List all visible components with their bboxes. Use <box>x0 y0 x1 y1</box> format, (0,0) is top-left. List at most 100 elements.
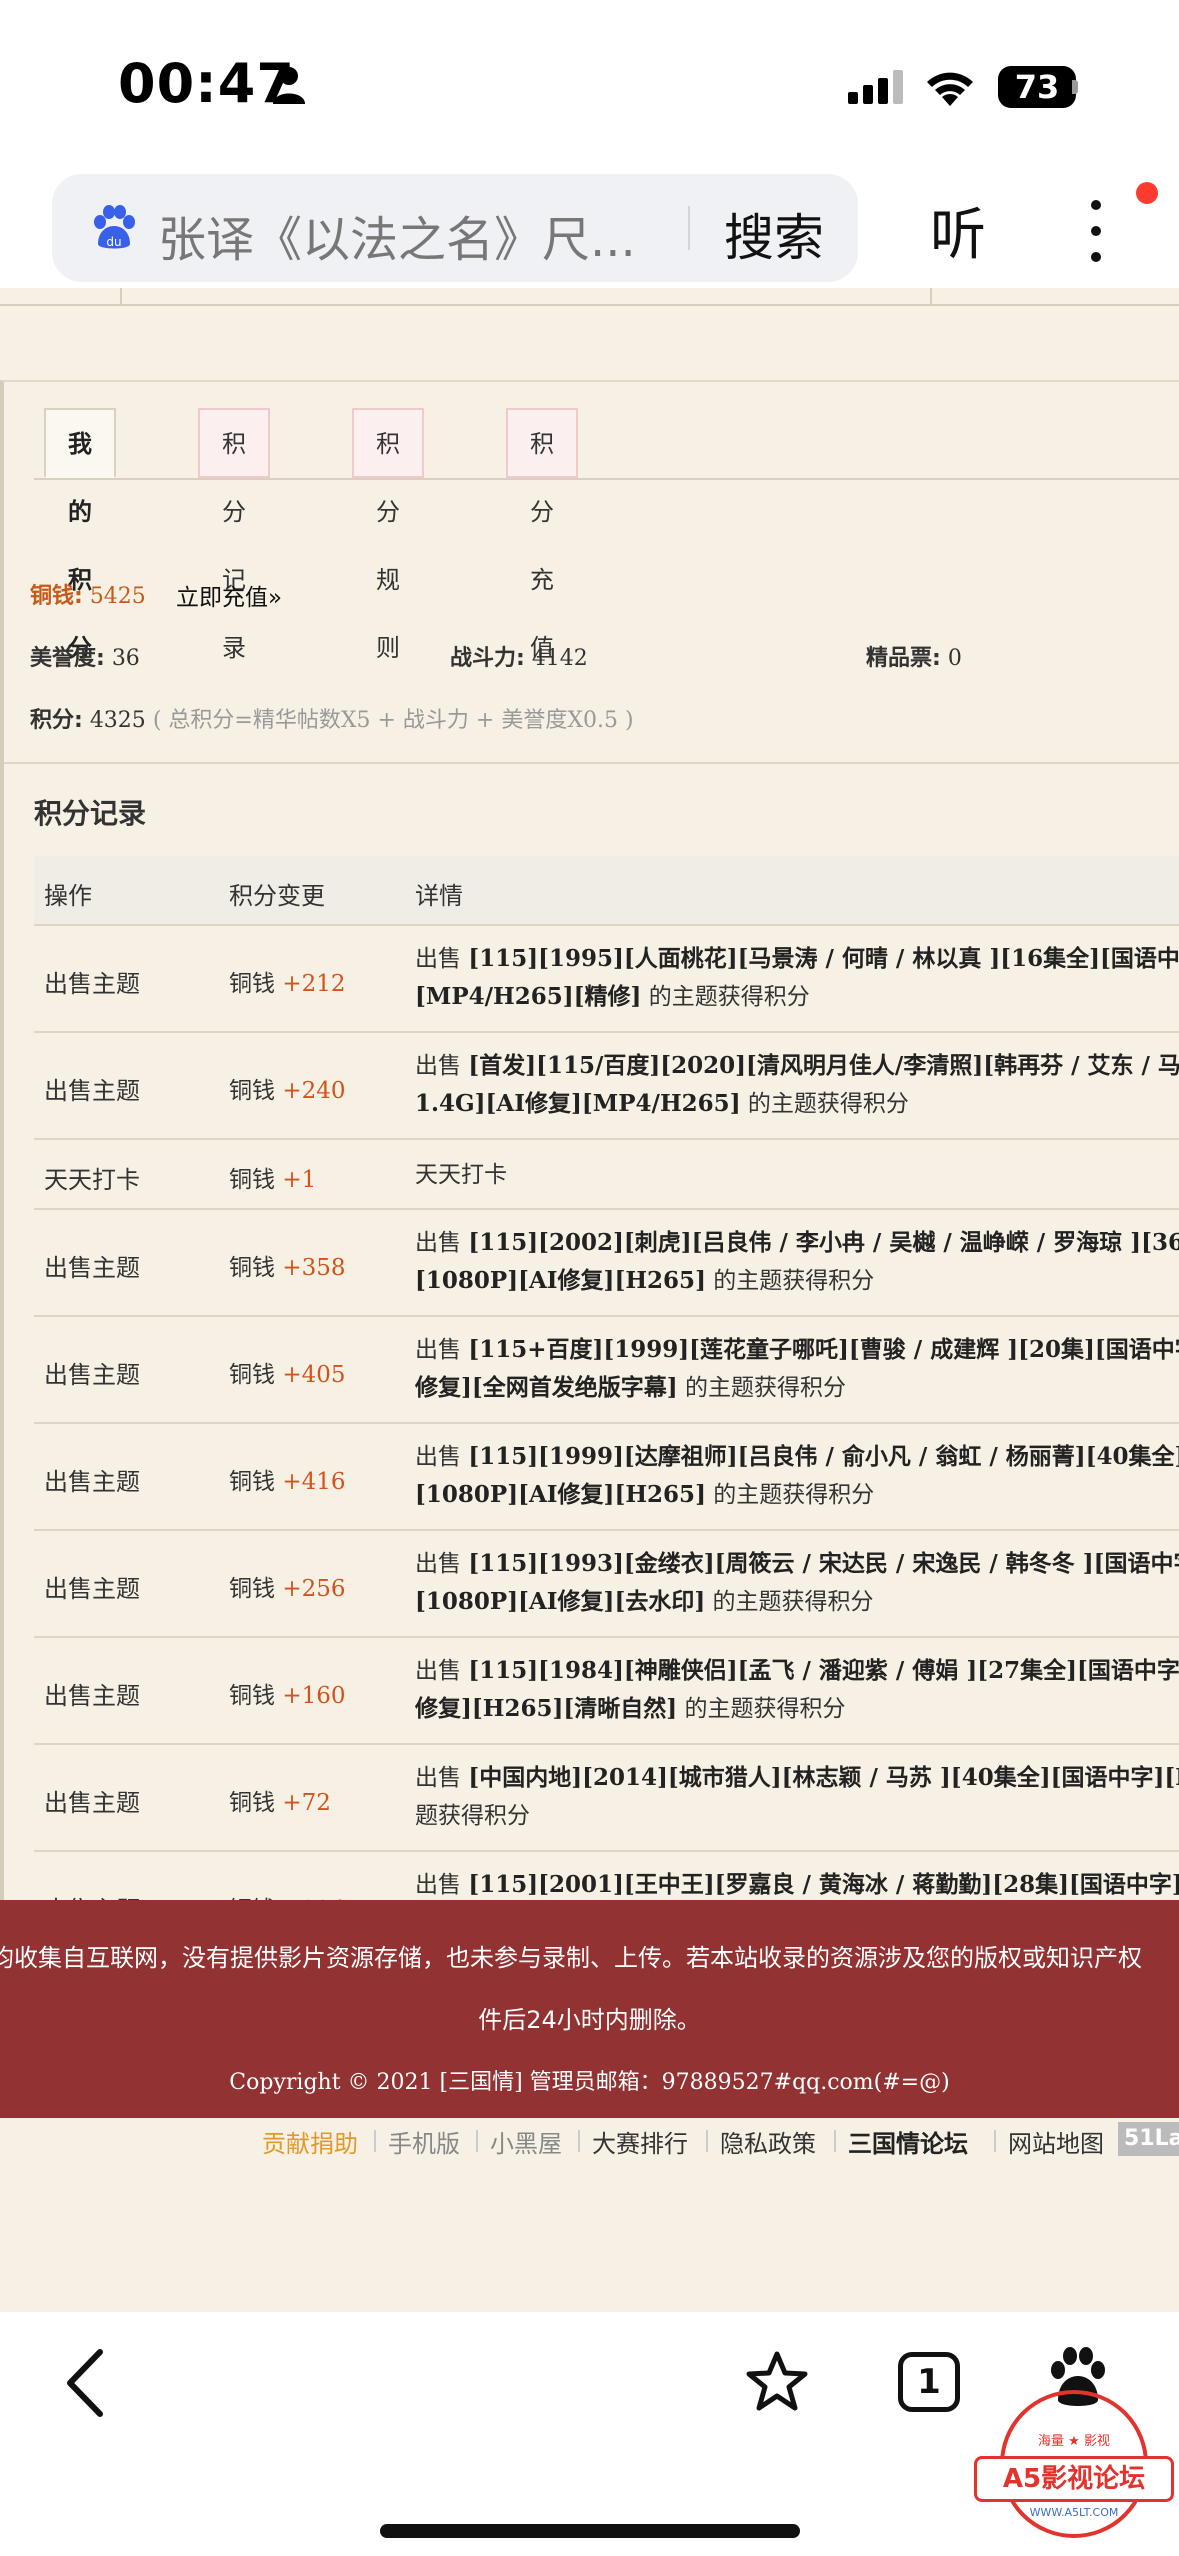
battery-cap <box>1072 80 1078 94</box>
footer-link-separator <box>706 2130 708 2152</box>
footer-link-mobile[interactable]: 手机版 <box>388 2124 460 2159</box>
tab-my-credits[interactable]: 我的积分 <box>44 408 116 662</box>
record-operation: 天天打卡 <box>44 1166 140 1194</box>
table-row: 出售主题 铜钱 +256 出售 [115][1993][金缕衣][周筱云 / 宋达民… <box>34 1531 1179 1638</box>
footer-link-forum[interactable]: 三国情论坛 <box>848 2124 968 2159</box>
search-query-text: 张译《以法之名》尺... <box>158 212 636 268</box>
recharge-now-link[interactable]: 立即充值» <box>176 578 282 612</box>
record-change-amount: +1 <box>282 1167 317 1193</box>
reputation-info: 美誉度: 36 <box>30 640 140 672</box>
record-detail-prefix: 出售 <box>415 1658 469 1684</box>
tab-credit-records[interactable]: 积分记录 <box>198 408 270 662</box>
record-title-link-cont[interactable]: [1080P][AI修复][H265] <box>415 1481 706 1508</box>
record-detail: 出售 [115][1993][金缕衣][周筱云 / 宋达民 / 宋逸民 / 韩冬… <box>415 1545 1179 1621</box>
footer-link-donate[interactable]: 贡献捐助 <box>262 2124 358 2159</box>
footer-link-blacklist[interactable]: 小黑屋 <box>490 2124 562 2159</box>
record-change: 铜钱 +405 <box>229 1355 345 1389</box>
home-indicator <box>380 2524 800 2538</box>
person-icon <box>273 67 305 104</box>
record-change-amount: +160 <box>282 1683 346 1709</box>
record-detail-prefix: 出售 <box>415 946 469 972</box>
record-detail: 出售 [115][1995][人面桃花][马景涛 / 何晴 / 林以真 ][16… <box>415 940 1179 1016</box>
record-currency: 铜钱 <box>229 1790 275 1816</box>
record-detail-prefix: 出售 <box>415 1765 469 1791</box>
record-detail: 出售 [115+百度][1999][莲花童子哪吒][曹骏 / 成建辉 ][20集… <box>415 1331 1179 1407</box>
header-detail: 详情 <box>415 882 463 910</box>
reputation-value: 36 <box>111 646 140 671</box>
footer-links: 贡献捐助 手机版 小黑屋 大赛排行 隐私政策 三国情论坛 网站地图 51La <box>0 2122 1179 2162</box>
record-title-link-cont[interactable]: 修复][全网首发绝版字幕] <box>415 1374 678 1401</box>
record-change-amount: +72 <box>282 1790 331 1816</box>
footer-link-separator <box>994 2130 996 2152</box>
footer-copyright: Copyright © 2021 [三国情] 管理员邮箱：97889527#qq… <box>229 2070 950 2095</box>
record-detail-suffix: 的主题获得积分 <box>705 1268 875 1294</box>
power-info: 战斗力: 4142 <box>450 640 588 672</box>
record-title-link[interactable]: [中国内地][2014][城市猎人][林志颖 / 马苏 ][40集全][国语中字… <box>468 1764 1179 1791</box>
record-change: 铜钱 +240 <box>229 1071 345 1105</box>
watermark-url: WWW.A5LT.COM <box>1029 2506 1119 2519</box>
more-menu-icon[interactable] <box>1084 200 1108 270</box>
record-change: 铜钱 +160 <box>229 1676 345 1710</box>
baidu-logo-icon: du <box>94 205 135 249</box>
footer-link-sitemap[interactable]: 网站地图 <box>1008 2124 1104 2159</box>
record-change: 铜钱 +72 <box>229 1783 331 1817</box>
record-currency: 铜钱 <box>229 1576 275 1602</box>
browser-search-row: du 张译《以法之名》尺... 搜索 <box>0 170 1179 288</box>
notification-dot <box>1136 182 1158 204</box>
tab-count-button[interactable]: 1 <box>898 2352 960 2412</box>
nav-separator <box>930 288 932 306</box>
record-change-amount: +212 <box>282 971 346 997</box>
power-value: 4142 <box>531 646 588 671</box>
tab-credit-rules[interactable]: 积分规则 <box>352 408 424 662</box>
listen-button[interactable]: 听 <box>930 190 986 271</box>
table-row: 出售主题 铜钱 +240 出售 [首发][115/百度][2020][清风明月佳人/… <box>34 1033 1179 1140</box>
search-box[interactable]: du 张译《以法之名》尺... 搜索 <box>52 174 858 282</box>
record-detail-prefix: 出售 <box>415 1230 469 1256</box>
reputation-label: 美誉度: <box>30 646 105 671</box>
ticket-label: 精品票: <box>866 646 941 671</box>
footer-disclaimer: 均收集自互联网，没有提供影片资源存储，也未参与录制、上传。若本站收录的资源涉及您… <box>0 1944 1142 1972</box>
record-title-link[interactable]: [115][1999][达摩祖师][吕良伟 / 俞小凡 / 翁虹 / 杨丽菁][… <box>468 1443 1179 1470</box>
power-label: 战斗力: <box>450 646 525 671</box>
back-arrow-icon[interactable] <box>62 2348 108 2418</box>
record-title-link[interactable]: [115][1995][人面桃花][马景涛 / 何晴 / 林以真 ][16集全]… <box>468 945 1179 972</box>
table-row: 天天打卡 铜钱 +1 天天打卡 <box>34 1140 1179 1210</box>
record-change-amount: +240 <box>282 1078 346 1104</box>
record-title-link[interactable]: [首发][115/百度][2020][清风明月佳人/李清照][韩再芬 / 艾东 … <box>468 1052 1179 1079</box>
points-formula: ( 总积分=精华帖数X5 + 战斗力 + 美誉度X0.5 ) <box>152 708 634 733</box>
points-label: 积分: <box>30 708 83 733</box>
watermark-top-text: 海量 ★ 影视 <box>1038 2434 1110 2449</box>
table-row: 出售主题 铜钱 +416 出售 [115][1999][达摩祖师][吕良伟 / 俞小… <box>34 1424 1179 1531</box>
money-label: 铜钱: <box>30 584 83 609</box>
money-info: 铜钱: 5425 <box>30 578 146 610</box>
record-change-amount: +358 <box>282 1255 346 1281</box>
record-detail: 出售 [115][2002][刺虎][吕良伟 / 李小冉 / 吴樾 / 温峥嵘 … <box>415 1224 1179 1300</box>
record-title-link-cont[interactable]: 1.4G][AI修复][MP4/H265] <box>415 1090 741 1117</box>
record-title-link[interactable]: [115][1984][神雕侠侣][孟飞 / 潘迎紫 / 傅娟 ][27集全][… <box>468 1657 1179 1684</box>
footer-link-separator <box>476 2130 478 2152</box>
record-title-link-cont[interactable]: 修复][H265][清晰自然] <box>415 1695 677 1722</box>
record-title-link[interactable]: [115][2001][王中王][罗嘉良 / 黄海冰 / 蒋勤勤][28集][国… <box>468 1871 1179 1898</box>
section-divider <box>4 762 1179 764</box>
record-title-link[interactable]: [115][2002][刺虎][吕良伟 / 李小冉 / 吴樾 / 温峥嵘 / 罗… <box>468 1229 1179 1256</box>
record-title-link[interactable]: [115+百度][1999][莲花童子哪吒][曹骏 / 成建辉 ][20集][国… <box>468 1336 1179 1363</box>
record-title-link-cont[interactable]: [MP4/H265][精修] <box>415 983 641 1010</box>
favorite-star-icon[interactable] <box>744 2350 810 2414</box>
stats-badge[interactable]: 51La <box>1118 2122 1179 2156</box>
records-table: 操作 积分变更 详情 出售主题 铜钱 +212 出售 [115][1995][人面桃… <box>34 856 1179 1959</box>
record-detail-prefix: 出售 <box>415 1872 469 1898</box>
tab-credit-recharge[interactable]: 积分充值 <box>506 408 578 662</box>
record-change: 铜钱 +212 <box>229 964 345 998</box>
footer-link-privacy[interactable]: 隐私政策 <box>720 2124 816 2159</box>
record-title-link-cont[interactable]: [1080P][AI修复][去水印] <box>415 1588 705 1615</box>
record-detail: 出售 [首发][115/百度][2020][清风明月佳人/李清照][韩再芬 / … <box>415 1047 1179 1123</box>
credits-panel: 我的积分 积分记录 积分规则 积分充值 铜钱: 5425 立即充值» 美誉度: … <box>0 380 1179 1959</box>
tabs-underline <box>34 478 1179 480</box>
footer-link-ranking[interactable]: 大赛排行 <box>592 2124 688 2159</box>
search-button[interactable]: 搜索 <box>724 198 824 270</box>
record-detail-suffix: 的主题获得积分 <box>641 984 810 1010</box>
record-title-link-cont[interactable]: [1080P][AI修复][H265] <box>415 1267 706 1294</box>
table-row: 出售主题 铜钱 +358 出售 [115][2002][刺虎][吕良伟 / 李小冉 … <box>34 1210 1179 1317</box>
points-value: 4325 <box>89 708 146 733</box>
record-title-link[interactable]: [115][1993][金缕衣][周筱云 / 宋达民 / 宋逸民 / 韩冬冬 ]… <box>468 1550 1179 1577</box>
